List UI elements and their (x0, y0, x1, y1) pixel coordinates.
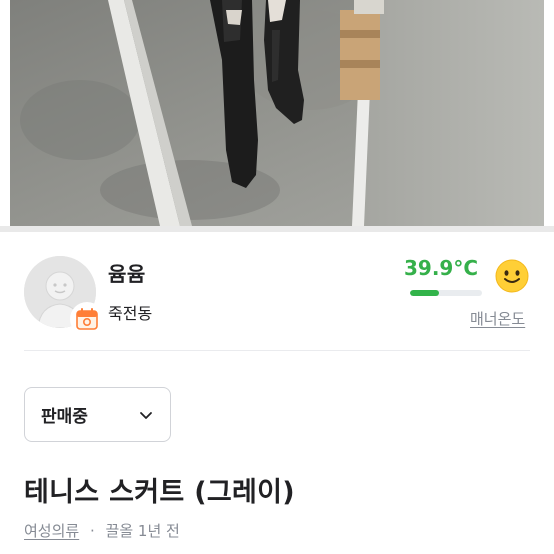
product-title: 테니스 스커트 (그레이) (24, 477, 295, 508)
manner-temperature-bar-fill (410, 290, 439, 296)
product-time-label: 끌올 1년 전 (105, 522, 180, 540)
seller-profile: 윰윰 죽전동 39.9°C 매너온도 (0, 232, 554, 350)
chevron-down-icon (140, 411, 152, 419)
seller-location: 죽전동 (108, 304, 153, 323)
section-divider (24, 350, 530, 351)
seller-name[interactable]: 윰윰 (108, 258, 146, 287)
sale-status-dropdown[interactable]: 판매중 (24, 387, 171, 442)
product-photo-image (10, 0, 544, 226)
product-photo[interactable] (10, 0, 544, 226)
product-meta: 여성의류 · 끌올 1년 전 (24, 520, 180, 541)
manner-temperature: 39.9°C (404, 256, 479, 280)
smiley-face-icon (495, 259, 529, 293)
manner-temperature-link[interactable]: 매너온도 (470, 308, 525, 329)
manner-temperature-bar (410, 290, 482, 296)
calendar-badge-icon (70, 302, 104, 336)
meta-separator: · (89, 522, 95, 540)
product-category-link[interactable]: 여성의류 (24, 522, 79, 540)
sale-status-label: 판매중 (41, 407, 88, 427)
